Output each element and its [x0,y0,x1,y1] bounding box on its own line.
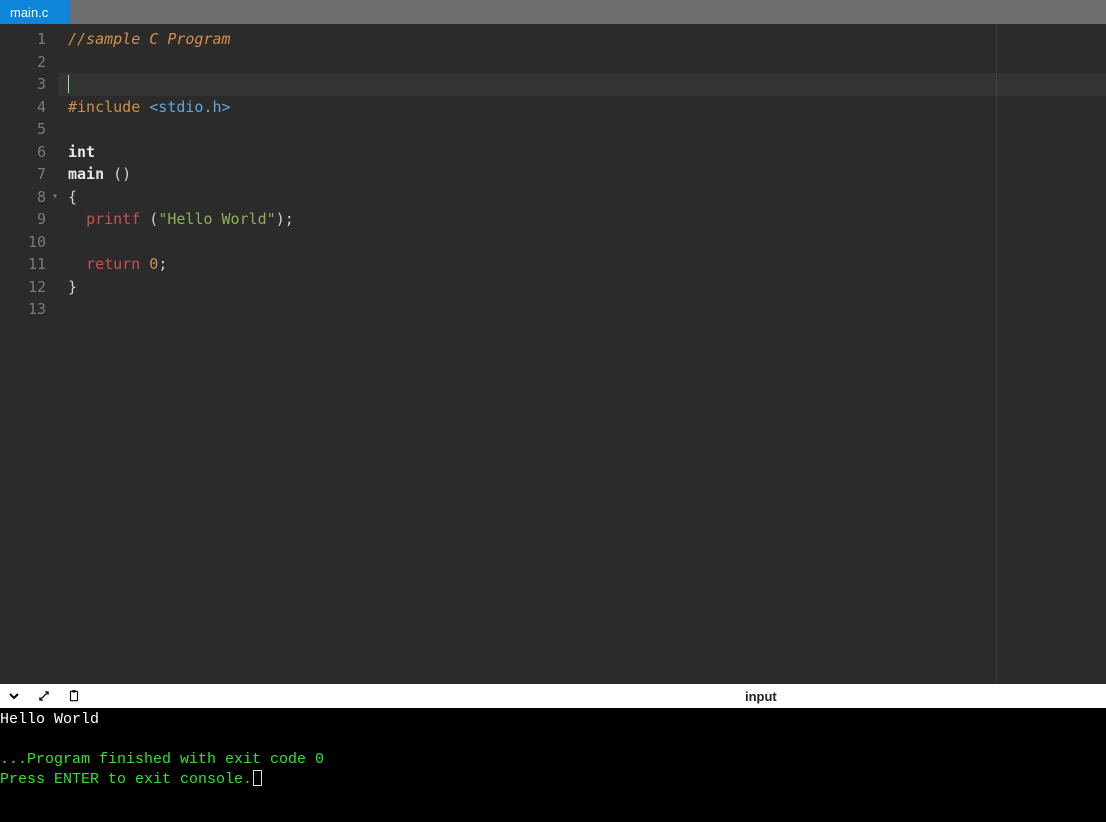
line-number: 4 [0,96,58,119]
code-line[interactable]: main () [68,163,1106,186]
line-number: 2 [0,51,58,74]
tab-file[interactable]: main.c [0,0,70,24]
line-number: 13 [0,298,58,321]
console-output[interactable]: Hello World ...Program finished with exi… [0,708,1106,822]
line-number: 8 [0,186,58,209]
terminal-cursor [253,770,262,786]
console-toolbar: input [0,684,1106,708]
line-number: 10 [0,231,58,254]
console-toolbar-left [6,688,82,704]
code-line[interactable] [68,51,1106,74]
line-number: 11 [0,253,58,276]
tab-bar: main.c [0,0,1106,24]
code-line[interactable] [68,118,1106,141]
expand-icon[interactable] [36,688,52,704]
code-line[interactable]: int [68,141,1106,164]
line-number: 7 [0,163,58,186]
line-number-gutter: 12345678910111213 [0,24,58,684]
console-line: Hello World [0,710,1106,730]
code-line[interactable]: } [68,276,1106,299]
clipboard-icon[interactable] [66,688,82,704]
editor-cursor [68,75,69,93]
tab-label: main.c [10,5,48,20]
line-number: 5 [0,118,58,141]
console-line: ...Program finished with exit code 0 [0,750,1106,770]
line-number: 12 [0,276,58,299]
line-number: 6 [0,141,58,164]
code-line[interactable]: //sample C Program [68,28,1106,51]
chevron-down-icon[interactable] [6,688,22,704]
input-label: input [745,689,777,704]
line-number: 9 [0,208,58,231]
console-blank [0,730,1106,750]
code-editor[interactable]: 12345678910111213 //sample C Program#inc… [0,24,1106,684]
code-area[interactable]: //sample C Program #include <stdio.h> intm… [58,24,1106,684]
line-number: 1 [0,28,58,51]
column-ruler [996,24,997,684]
code-line[interactable] [68,73,1106,96]
code-line[interactable] [68,298,1106,321]
code-line[interactable]: #include <stdio.h> [68,96,1106,119]
console-text: Press ENTER to exit console. [0,771,252,788]
code-line[interactable] [68,231,1106,254]
code-line[interactable]: { [68,186,1106,209]
code-line[interactable]: printf ("Hello World"); [68,208,1106,231]
line-number: 3 [0,73,58,96]
code-line[interactable]: return 0; [68,253,1106,276]
console-line: Press ENTER to exit console. [0,770,1106,790]
